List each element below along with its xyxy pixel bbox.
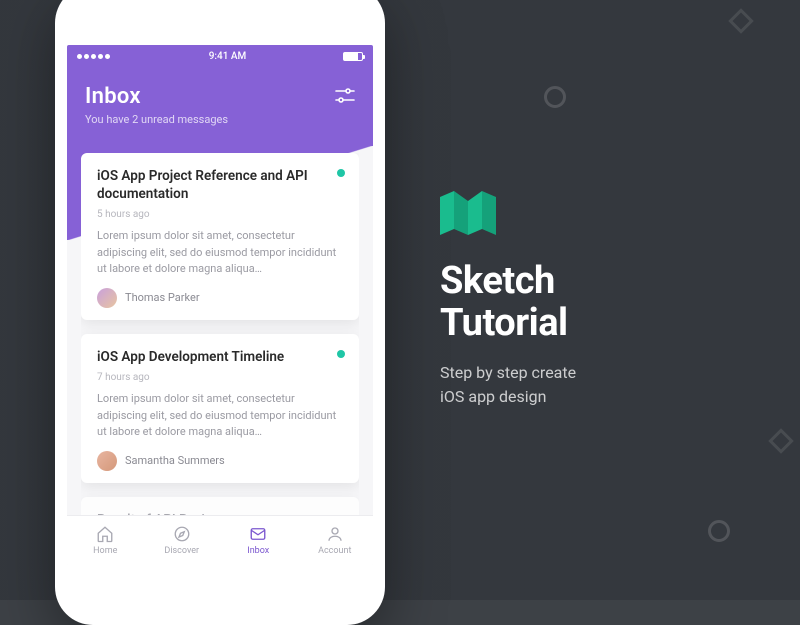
unread-badge <box>337 169 345 177</box>
message-author: Thomas Parker <box>97 288 343 308</box>
author-name: Thomas Parker <box>125 291 200 304</box>
compass-icon <box>173 525 191 543</box>
author-name: Samantha Summers <box>125 454 225 467</box>
tab-label: Home <box>93 546 117 556</box>
page-subtitle: You have 2 unread messages <box>85 113 355 126</box>
message-author: Samantha Summers <box>97 451 343 471</box>
filter-icon[interactable] <box>335 88 355 104</box>
phone-frame: 9:41 AM Inbox You have 2 unread messages <box>55 0 385 625</box>
home-icon <box>96 525 114 543</box>
message-card[interactable]: iOS App Project Reference and API docume… <box>81 153 359 320</box>
message-time: 7 hours ago <box>97 372 343 383</box>
avatar <box>97 288 117 308</box>
battery-icon <box>343 52 363 61</box>
tab-discover[interactable]: Discover <box>144 516 221 565</box>
unread-badge <box>337 350 345 358</box>
phone-screen: 9:41 AM Inbox You have 2 unread messages <box>67 45 373 565</box>
promo-title: Sketch Tutorial <box>440 261 760 345</box>
status-bar: 9:41 AM <box>67 45 373 62</box>
promo-panel: Sketch Tutorial Step by step create iOS … <box>440 0 760 600</box>
message-title: iOS App Development Timeline <box>97 348 343 366</box>
account-icon <box>326 525 344 543</box>
tab-label: Inbox <box>247 546 269 556</box>
message-time: 5 hours ago <box>97 209 343 220</box>
tab-home[interactable]: Home <box>67 516 144 565</box>
message-list[interactable]: iOS App Project Reference and API docume… <box>81 153 359 515</box>
avatar <box>97 451 117 471</box>
promo-subtitle: Step by step create iOS app design <box>440 361 760 409</box>
message-card[interactable]: Result of API Review <box>81 497 359 515</box>
tab-label: Account <box>318 546 351 556</box>
message-title: iOS App Project Reference and API docume… <box>97 167 343 203</box>
tab-inbox[interactable]: Inbox <box>220 516 297 565</box>
inbox-icon <box>249 525 267 543</box>
medium-logo-icon <box>440 191 496 235</box>
tab-label: Discover <box>164 546 199 556</box>
message-preview: Lorem ipsum dolor sit amet, consectetur … <box>97 391 343 441</box>
message-card[interactable]: iOS App Development Timeline 7 hours ago… <box>81 334 359 483</box>
signal-dots-icon <box>77 51 112 62</box>
tab-account[interactable]: Account <box>297 516 374 565</box>
tab-bar: Home Discover Inbox Account <box>67 515 373 565</box>
status-time: 9:41 AM <box>209 51 247 62</box>
page-title: Inbox <box>85 84 355 109</box>
message-preview: Lorem ipsum dolor sit amet, consectetur … <box>97 228 343 278</box>
